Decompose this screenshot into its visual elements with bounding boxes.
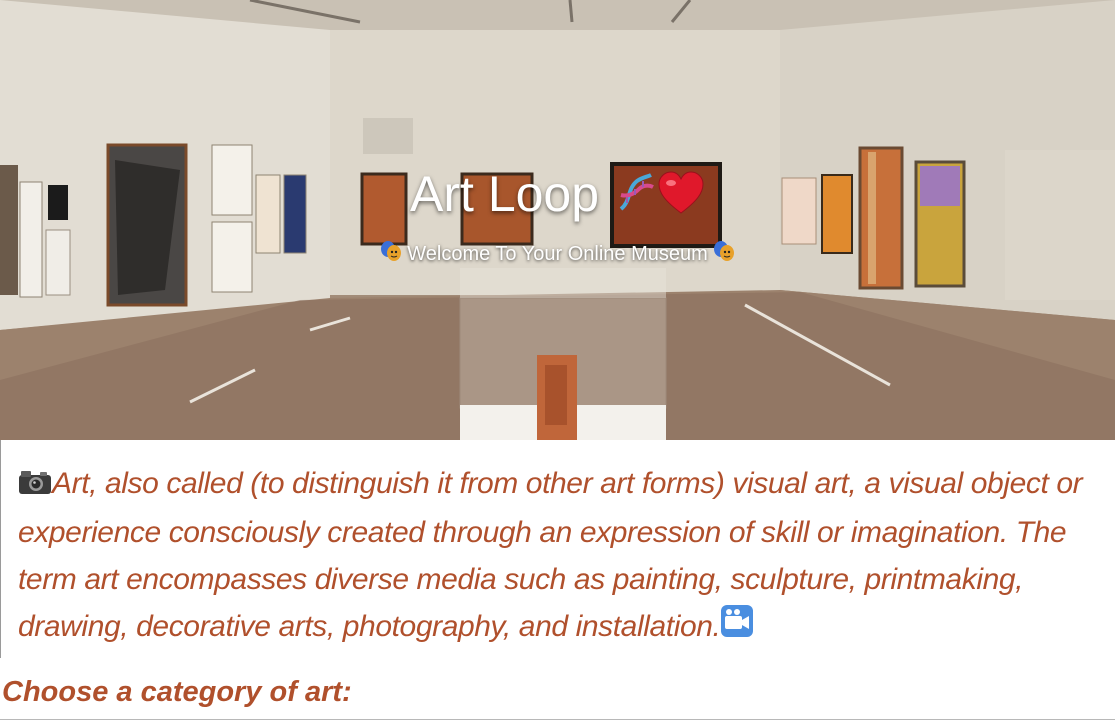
hero-subtitle: Welcome To Your Online Museum (0, 240, 1115, 269)
theater-masks-icon (380, 240, 402, 269)
intro-section: Art, also called (to distinguish it from… (0, 440, 1115, 658)
divider (0, 719, 1115, 720)
camera-icon (18, 462, 52, 509)
category-heading: Choose a category of art: (2, 676, 352, 708)
intro-paragraph: Art, also called (to distinguish it from… (18, 460, 1103, 652)
site-title: Art Loop (410, 166, 600, 222)
welcome-text: Welcome To Your Online Museum (407, 242, 708, 265)
theater-masks-icon (713, 240, 735, 269)
hero-title: Art Loop (0, 164, 1115, 228)
dna-icon (613, 168, 657, 228)
intro-text: Art, also called (to distinguish it from… (18, 467, 1083, 643)
hero-banner: Art Loop Welcome To Your Online Museum (0, 0, 1115, 440)
heart-icon (657, 168, 705, 228)
video-camera-icon (720, 604, 754, 652)
